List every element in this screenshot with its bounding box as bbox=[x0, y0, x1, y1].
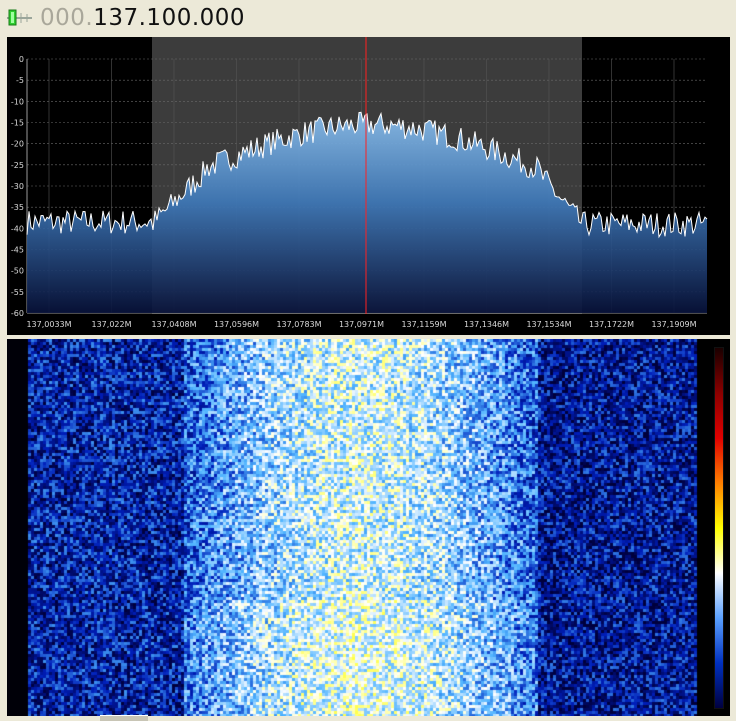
tuner-slider-icon[interactable] bbox=[4, 6, 34, 28]
spectrum-panel[interactable]: 0 -5 -10 -15 -20 -25 -30 -35 -40 -45 -50 -55 -60 137… bbox=[7, 37, 730, 335]
y-tick-label: -5 bbox=[16, 76, 24, 85]
waterfall-panel[interactable] bbox=[7, 339, 730, 716]
y-tick-label: -10 bbox=[11, 97, 24, 106]
spectrum-plot[interactable]: 0 -5 -10 -15 -20 -25 -30 -35 -40 -45 -50 -55 -60 137… bbox=[7, 37, 730, 335]
y-tick-label: -25 bbox=[11, 161, 24, 170]
x-tick-label: 137,0783M bbox=[276, 320, 321, 329]
x-tick-label: 137,1159M bbox=[401, 320, 446, 329]
waterfall-colorbar bbox=[714, 347, 724, 709]
x-tick-label: 137,0408M bbox=[151, 320, 196, 329]
x-tick-label: 137,1346M bbox=[464, 320, 509, 329]
frequency-display[interactable]: 000.137.100.000 bbox=[40, 3, 245, 33]
x-tick-label: 137,1534M bbox=[526, 320, 571, 329]
y-tick-label: -60 bbox=[11, 309, 24, 318]
x-tick-label: 137,0596M bbox=[214, 320, 259, 329]
frequency-value[interactable]: 137.100.000 bbox=[93, 5, 245, 31]
y-tick-label: 0 bbox=[19, 55, 24, 64]
frequency-bar: 000.137.100.000 bbox=[0, 0, 736, 36]
y-tick-label: -35 bbox=[11, 203, 24, 212]
y-tick-label: -30 bbox=[11, 182, 24, 191]
x-axis-labels: 137,0033M 137,022M 137,0408M 137,0596M 137,0… bbox=[26, 320, 696, 329]
y-tick-label: -20 bbox=[11, 140, 24, 149]
y-tick-label: -15 bbox=[11, 119, 24, 128]
y-tick-label: -55 bbox=[11, 288, 24, 297]
y-tick-label: -50 bbox=[11, 267, 24, 276]
spectrum-fill bbox=[27, 112, 707, 313]
y-axis-labels: 0 -5 -10 -15 -20 -25 -30 -35 -40 -45 -50 -55 -60 bbox=[11, 55, 24, 318]
x-tick-label: 137,022M bbox=[92, 320, 132, 329]
y-tick-label: -40 bbox=[11, 224, 24, 233]
x-tick-label: 137,1909M bbox=[651, 320, 696, 329]
x-tick-label: 137,1722M bbox=[589, 320, 634, 329]
waterfall-scroll-thumb[interactable] bbox=[100, 715, 148, 721]
y-tick-label: -45 bbox=[11, 246, 24, 255]
frequency-leading-digits[interactable]: 000. bbox=[40, 5, 93, 31]
x-tick-label: 137,0033M bbox=[26, 320, 71, 329]
waterfall-display[interactable] bbox=[7, 339, 730, 716]
x-tick-label: 137,0971M bbox=[339, 320, 384, 329]
